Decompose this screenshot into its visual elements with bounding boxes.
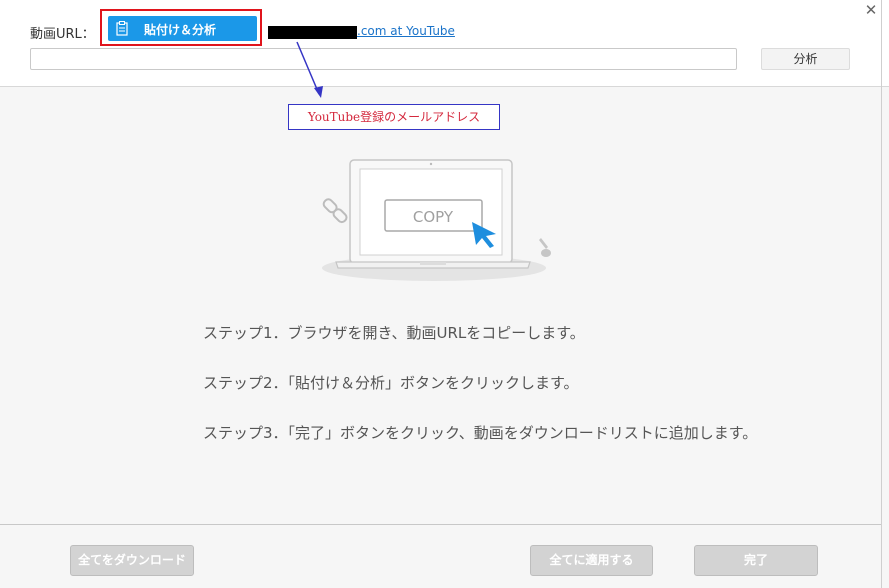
account-link[interactable]: .com at YouTube bbox=[357, 24, 455, 38]
step-2: ステップ2．「貼付け＆分析」ボタンをクリックします。 bbox=[203, 374, 579, 392]
url-input[interactable] bbox=[30, 48, 737, 70]
redacted-email bbox=[268, 26, 357, 39]
done-button[interactable]: 完了 bbox=[694, 545, 818, 576]
url-panel: ✕ 動画URL： 貼付け＆分析 .com at YouTube 分析 bbox=[0, 0, 889, 87]
link-icon bbox=[322, 198, 348, 224]
video-url-label: 動画URL： bbox=[30, 27, 95, 42]
footer-bar: 全てをダウンロード 全てに適用する 完了 bbox=[0, 524, 881, 588]
paste-button-label: 貼付け＆分析 bbox=[144, 23, 217, 37]
clipboard-icon bbox=[116, 21, 128, 36]
analyze-button[interactable]: 分析 bbox=[761, 48, 850, 70]
close-icon[interactable]: ✕ bbox=[863, 2, 879, 18]
apply-all-button[interactable]: 全てに適用する bbox=[530, 545, 653, 576]
laptop-copy-illustration: COPY bbox=[322, 159, 551, 281]
paste-button-highlight: 貼付け＆分析 bbox=[100, 9, 262, 46]
copy-label: COPY bbox=[413, 208, 454, 226]
music-note-icon bbox=[539, 238, 551, 257]
paste-and-analyze-button[interactable]: 貼付け＆分析 bbox=[108, 16, 257, 41]
annotation-label: YouTube登録のメールアドレス bbox=[288, 104, 500, 130]
download-all-button[interactable]: 全てをダウンロード bbox=[70, 545, 194, 576]
window-edge bbox=[881, 0, 882, 588]
step-3: ステップ3．「完了」ボタンをクリック、動画をダウンロードリストに追加します。 bbox=[203, 424, 758, 442]
step-1: ステップ1．ブラウザを開き、動画URLをコピーします。 bbox=[203, 324, 585, 342]
annotation-arrow-icon bbox=[296, 41, 323, 98]
